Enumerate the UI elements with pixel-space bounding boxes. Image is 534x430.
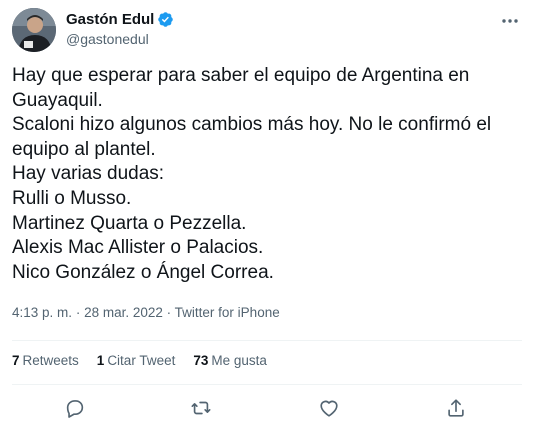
display-name[interactable]: Gastón Edul: [66, 11, 154, 28]
retweets-count: 7: [12, 353, 20, 368]
quotes-stat[interactable]: 1 Citar Tweet: [97, 353, 176, 368]
reply-icon[interactable]: [64, 397, 86, 419]
more-options-icon[interactable]: [500, 11, 520, 31]
likes-stat[interactable]: 73 Me gusta: [193, 353, 267, 368]
tweet-stats: 7 Retweets 1 Citar Tweet 73 Me gusta: [12, 353, 267, 368]
likes-label: Me gusta: [211, 353, 267, 368]
meta-separator: ·: [75, 305, 81, 320]
tweet-actions: [12, 393, 522, 423]
tweet-card: Gastón Edul @gastonedul Hay que esperar …: [0, 0, 534, 430]
divider: [12, 384, 522, 385]
divider: [12, 340, 522, 341]
tweet-date[interactable]: 28 mar. 2022: [84, 305, 163, 320]
tweet-source[interactable]: Twitter for iPhone: [175, 305, 280, 320]
avatar[interactable]: [12, 8, 56, 52]
tweet-header: Gastón Edul @gastonedul: [12, 8, 522, 52]
heart-icon[interactable]: [318, 397, 340, 419]
likes-count: 73: [193, 353, 209, 368]
user-handle[interactable]: @gastonedul: [66, 31, 174, 47]
retweet-icon[interactable]: [190, 397, 212, 419]
tweet-metadata: 4:13 p. m. · 28 mar. 2022 · Twitter for …: [12, 305, 280, 320]
name-row: Gastón Edul: [66, 9, 174, 29]
author-info: Gastón Edul @gastonedul: [66, 9, 174, 47]
quotes-label: Citar Tweet: [107, 353, 176, 368]
verified-badge-icon: [157, 11, 174, 28]
quotes-count: 1: [96, 353, 105, 368]
tweet-time[interactable]: 4:13 p. m.: [12, 305, 72, 320]
retweets-label: Retweets: [22, 353, 79, 368]
tweet-text: Hay que esperar para saber el equipo de …: [12, 65, 492, 283]
share-icon[interactable]: [445, 397, 467, 419]
meta-separator: ·: [166, 305, 172, 320]
retweets-stat[interactable]: 7 Retweets: [12, 353, 79, 368]
